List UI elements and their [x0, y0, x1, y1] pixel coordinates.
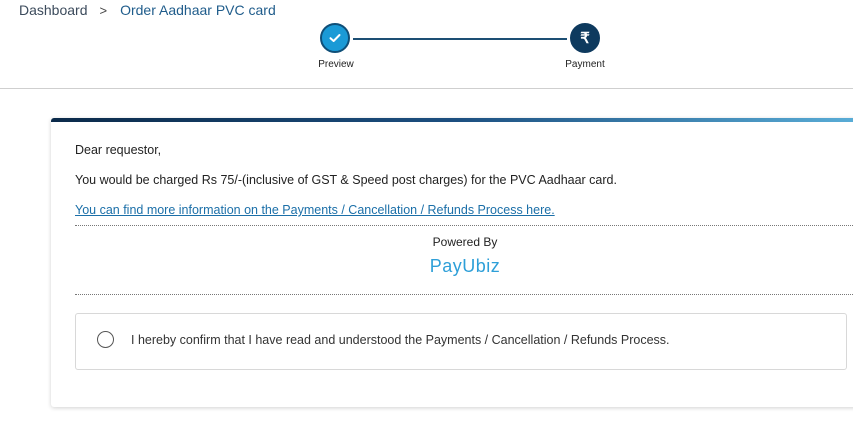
card-accent-bar [51, 118, 853, 122]
step-payment-label: Payment [565, 59, 605, 70]
dotted-divider-top [75, 225, 853, 226]
dotted-divider-bottom [75, 294, 853, 295]
greeting-text: Dear requestor, [75, 143, 162, 157]
powered-by-label: Powered By [432, 235, 498, 249]
progress-stepper: Preview ₹ Payment [0, 0, 853, 88]
stepper-connector [353, 38, 567, 40]
step-payment-circle: ₹ [570, 23, 600, 53]
step-preview-label: Preview [318, 59, 354, 70]
payment-card: Dear requestor, You would be charged Rs … [51, 118, 853, 407]
refund-policy-link[interactable]: You can find more information on the Pay… [75, 203, 555, 217]
step-preview-circle [320, 23, 350, 53]
rupee-icon: ₹ [580, 30, 590, 47]
confirm-option[interactable]: I hereby confirm that I have read and un… [75, 313, 847, 370]
confirm-text: I hereby confirm that I have read and un… [131, 333, 670, 347]
confirm-radio[interactable] [97, 331, 114, 348]
header-divider [0, 88, 853, 89]
charge-text: You would be charged Rs 75/-(inclusive o… [75, 173, 617, 187]
check-icon [329, 34, 341, 42]
payu-logo: PayUbiz [429, 256, 501, 276]
